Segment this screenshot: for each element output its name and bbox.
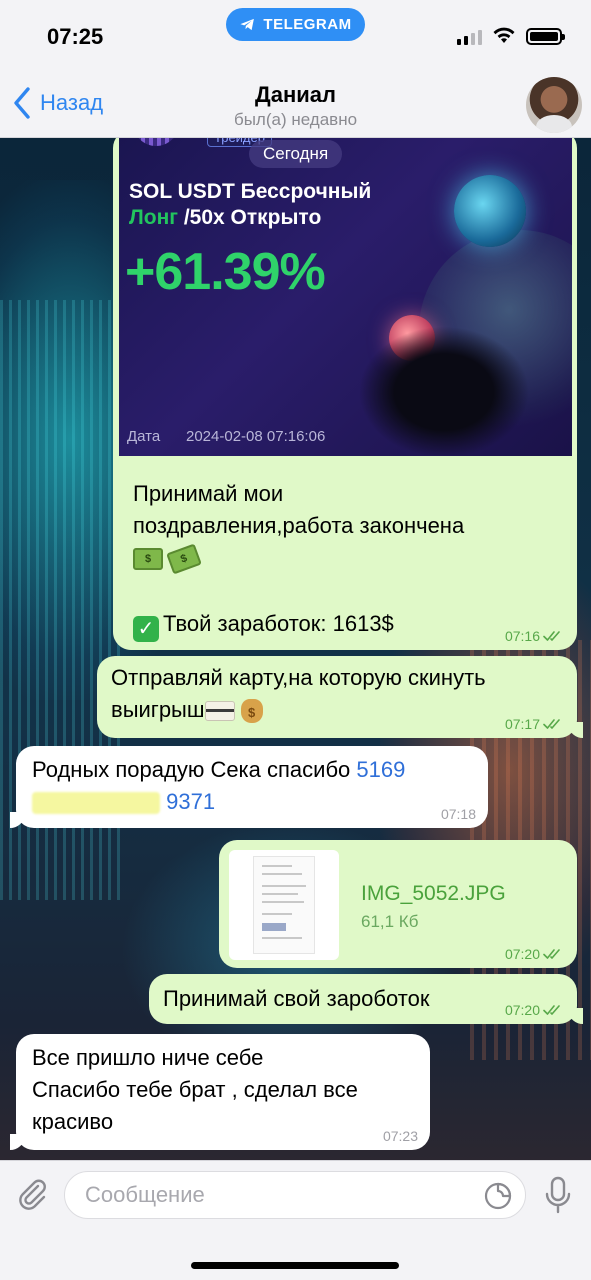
sticker-icon[interactable] <box>483 1181 513 1211</box>
trade-date-value: 2024-02-08 07:16:06 <box>186 428 326 445</box>
message-text: Отправляй карту,на которую скинуть <box>111 665 486 690</box>
message-text: Принимай мои <box>133 481 284 506</box>
trade-screenshot-image[interactable]: Трейдер Сегодня SOL USDT Бессрочный Лонг… <box>119 130 572 456</box>
message-text: красиво <box>32 1109 114 1134</box>
message-input-box[interactable] <box>64 1171 526 1219</box>
back-button[interactable]: Назад <box>12 86 103 120</box>
double-check-icon <box>543 631 560 641</box>
money-bill-icon: $ <box>133 548 163 571</box>
chevron-left-icon <box>14 87 30 119</box>
telegram-icon <box>240 18 255 31</box>
microphone-icon[interactable] <box>541 1175 575 1215</box>
message-bubble-out[interactable]: IMG_5052.JPG 61,1 Кб 07:20 <box>219 840 577 968</box>
message-text: выигрыш <box>111 697 205 722</box>
wifi-icon <box>493 27 515 43</box>
status-time: 07:25 <box>47 24 104 49</box>
message-meta: 07:16 <box>505 628 565 644</box>
top-bar: 07:25 TELEGRAM Назад Даниал был(а) недав… <box>0 0 591 138</box>
back-label: Назад <box>40 90 104 115</box>
trade-date-label: Дата <box>127 428 161 445</box>
message-bubble-out[interactable]: Принимай свой зароботок 07:20 <box>149 974 583 1024</box>
home-indicator <box>191 1262 399 1269</box>
double-check-icon <box>543 949 560 959</box>
avatar[interactable] <box>526 77 582 133</box>
credit-card-icon <box>204 701 235 722</box>
trade-percent: +61.39% <box>125 243 326 301</box>
message-time: 07:23 <box>382 1128 418 1144</box>
trade-title-line1: SOL USDT Бессрочный <box>129 180 372 203</box>
money-wings-icon: $ <box>166 543 202 575</box>
telegram-pill[interactable]: TELEGRAM <box>226 8 365 41</box>
checkmark-icon: ✓ <box>133 616 159 642</box>
telegram-pill-label: TELEGRAM <box>263 16 352 33</box>
signal-icon <box>457 30 482 45</box>
message-time: 07:16 <box>504 628 540 644</box>
message-text: Спасибо тебе брат , сделал все <box>32 1077 358 1102</box>
battery-icon <box>526 28 565 45</box>
composer-bar <box>0 1160 591 1280</box>
card-number-link[interactable]: 9371 <box>166 789 215 814</box>
trade-leverage: /50x Открыто <box>178 206 322 229</box>
money-bag-icon: $ <box>240 699 263 724</box>
message-input[interactable] <box>85 1172 475 1218</box>
trade-title-line2: Лонг /50x Открыто <box>129 206 321 230</box>
message-meta: 07:17 <box>505 716 565 732</box>
message-text: Все пришло ниче себе <box>32 1045 264 1070</box>
message-time: 07:18 <box>440 806 476 822</box>
date-separator-pill: Сегодня <box>249 140 343 168</box>
message-meta: 07:18 <box>441 806 476 822</box>
message-text: поздравления,работа закончена <box>133 513 465 538</box>
message-meta: 07:20 <box>505 946 565 962</box>
message-bubble-out[interactable]: Трейдер Сегодня SOL USDT Бессрочный Лонг… <box>113 130 577 650</box>
trade-direction: Лонг <box>129 206 178 229</box>
earnings-text: Твой заработок: 1613$ <box>163 611 394 636</box>
double-check-icon <box>543 719 560 729</box>
double-check-icon <box>543 1005 560 1015</box>
message-meta: 07:20 <box>505 1002 565 1018</box>
redacted-card-digits <box>32 792 160 815</box>
card-number-link[interactable]: 5169 <box>356 757 405 782</box>
file-name[interactable]: IMG_5052.JPG <box>361 882 506 906</box>
message-bubble-out[interactable]: Отправляй карту,на которую скинуть выигр… <box>97 656 583 738</box>
file-thumbnail[interactable] <box>229 850 339 960</box>
paperclip-icon[interactable] <box>14 1177 50 1213</box>
message-bubble-in[interactable]: Родных порадую Сека спасибо 5169 9371 07… <box>10 746 488 828</box>
message-time: 07:17 <box>504 716 540 732</box>
message-meta: 07:23 <box>383 1128 418 1144</box>
file-size: 61,1 Кб <box>361 912 419 931</box>
message-time: 07:20 <box>504 1002 540 1018</box>
message-bubble-in[interactable]: Все пришло ниче себе Спасибо тебе брат ,… <box>10 1034 430 1150</box>
message-text: Родных порадую Сека спасибо <box>32 757 357 782</box>
message-text: Принимай свой зароботок <box>163 986 430 1011</box>
message-time: 07:20 <box>504 946 540 962</box>
